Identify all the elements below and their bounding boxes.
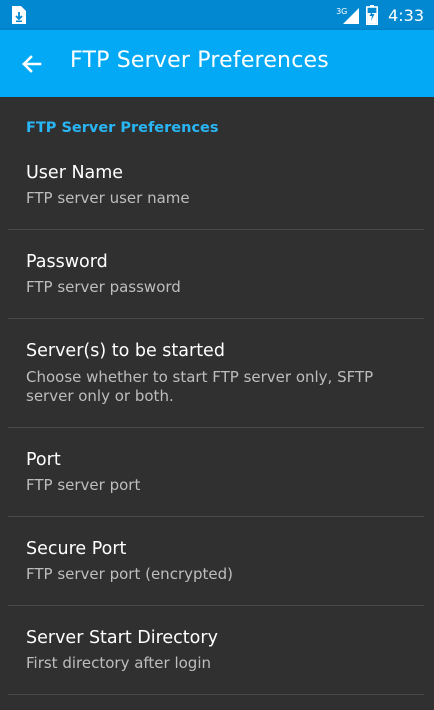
- download-file-icon: [12, 6, 26, 24]
- pref-password[interactable]: Password FTP server password: [0, 240, 434, 318]
- pref-port[interactable]: Port FTP server port: [0, 438, 434, 516]
- pref-summary: FTP server password: [26, 278, 181, 296]
- pref-servers-to-start[interactable]: Server(s) to be started Choose whether t…: [0, 329, 434, 427]
- battery-charging-icon: [366, 5, 379, 25]
- preferences-list: FTP Server Preferences User Name FTP ser…: [0, 97, 434, 710]
- pref-summary: Choose whether to start FTP server only,…: [26, 368, 374, 405]
- pref-summary: FTP server port: [26, 476, 141, 494]
- status-bar: 3G 4:33: [0, 0, 434, 30]
- pref-secure-port[interactable]: Secure Port FTP server port (encrypted): [0, 527, 434, 605]
- pref-title: Port: [26, 450, 61, 470]
- arrow-back-icon[interactable]: [18, 50, 46, 78]
- divider: [8, 516, 424, 517]
- preference-category-header: FTP Server Preferences: [26, 120, 219, 136]
- app-bar: FTP Server Preferences: [0, 30, 434, 97]
- divider: [8, 605, 424, 606]
- pref-summary: First directory after login: [26, 654, 212, 672]
- divider: [8, 427, 424, 428]
- network-type-label: 3G: [336, 7, 348, 16]
- status-time: 4:33: [388, 5, 424, 25]
- divider: [8, 694, 424, 695]
- pref-summary: FTP server port (encrypted): [26, 565, 233, 583]
- pref-title: User Name: [26, 163, 124, 183]
- divider: [8, 229, 424, 230]
- pref-summary: FTP server user name: [26, 189, 190, 207]
- pref-title: Password: [26, 252, 108, 272]
- pref-server-start-directory[interactable]: Server Start Directory First directory a…: [0, 616, 434, 694]
- pref-title: Server Start Directory: [26, 628, 218, 648]
- page-title: FTP Server Preferences: [70, 48, 329, 73]
- pref-user-name[interactable]: User Name FTP server user name: [0, 151, 434, 229]
- divider: [8, 318, 424, 319]
- pref-title: Server(s) to be started: [26, 341, 225, 361]
- pref-title: Secure Port: [26, 539, 127, 559]
- signal-icon: 3G: [336, 5, 360, 25]
